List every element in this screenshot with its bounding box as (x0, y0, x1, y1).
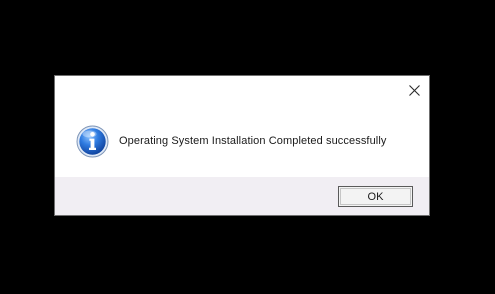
close-icon (408, 84, 420, 96)
info-icon (76, 125, 109, 158)
dialog-message: Operating System Installation Completed … (119, 135, 387, 147)
message-dialog: Operating System Installation Completed … (54, 75, 430, 216)
dialog-content: Operating System Installation Completed … (55, 76, 429, 178)
ok-button[interactable]: OK (338, 186, 413, 207)
close-button[interactable] (403, 79, 425, 101)
screen-background: Operating System Installation Completed … (0, 0, 495, 294)
dialog-footer: OK (55, 177, 429, 215)
